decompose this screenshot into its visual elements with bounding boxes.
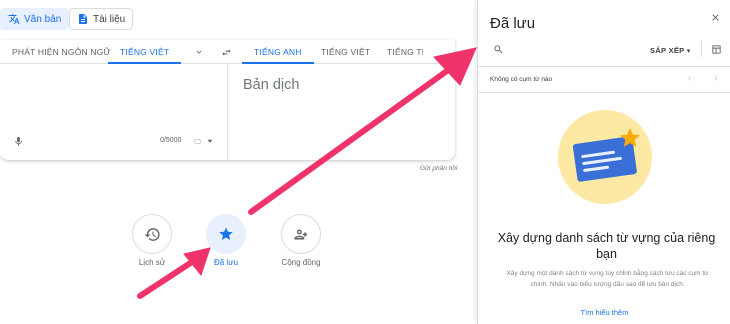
language-bar: PHÁT HIỆN NGÔN NGỮ TIẾNG VIỆT TIẾNG ANH … <box>0 40 455 64</box>
history-button[interactable] <box>132 214 172 254</box>
search-icon <box>493 44 502 53</box>
empty-state-description: Xây dựng một danh sách từ vựng tùy chỉnh… <box>506 270 709 288</box>
keyboard-icon[interactable] <box>193 137 201 145</box>
source-more-button[interactable] <box>192 46 206 58</box>
toolbar-divider-line <box>478 66 730 67</box>
translate-screen: Văn bản Tài liệu PHÁT HIỆN NGÔN NGỮ TIẾN… <box>0 0 730 324</box>
saved-label: Đã lưu <box>213 258 239 267</box>
document-icon <box>79 14 87 24</box>
learn-more-link[interactable]: Tìm hiểu thêm <box>538 308 671 317</box>
search-saved-button[interactable] <box>492 43 504 55</box>
input-tools-dropdown[interactable] <box>206 137 214 145</box>
prev-page-button[interactable]: ‹ <box>688 73 691 84</box>
target-lang-third-tab[interactable]: TIẾNG TRU <box>387 40 423 64</box>
caret-down-icon <box>207 139 213 143</box>
next-page-button[interactable]: › <box>714 73 717 84</box>
translate-icon <box>8 14 20 24</box>
saved-panel: Đã lưu SẮP XẾP ▾ Không có cụm từ nào ‹ › <box>477 0 730 324</box>
saved-button[interactable] <box>206 214 246 254</box>
list-divider-line <box>478 92 730 93</box>
translation-card: PHÁT HIỆN NGÔN NGỮ TIẾNG VIỆT TIẾNG ANH … <box>0 40 455 160</box>
close-panel-button[interactable] <box>710 10 721 26</box>
close-icon <box>712 14 719 21</box>
text-mode-button[interactable]: Văn bản <box>0 8 70 30</box>
char-counter: 0/5000 <box>160 137 182 144</box>
target-lang-vietnamese-tab[interactable]: TIẾNG VIỆT <box>321 40 370 64</box>
text-mode-label: Văn bản <box>24 13 62 25</box>
community-button[interactable] <box>281 214 321 254</box>
history-icon <box>144 227 160 241</box>
document-mode-button[interactable]: Tài liệu <box>69 8 134 30</box>
swap-languages-button[interactable] <box>219 46 233 58</box>
voice-input-button[interactable] <box>12 135 24 147</box>
empty-phrases-text: Không có cụm từ nào <box>490 76 553 83</box>
community-label: Cộng đồng <box>281 258 321 267</box>
detect-language-tab[interactable]: PHÁT HIỆN NGÔN NGỮ <box>12 40 111 64</box>
editor-divider <box>227 64 228 160</box>
sort-button[interactable]: SẮP XẾP ▾ <box>650 46 691 55</box>
history-label: Lịch sử <box>138 258 166 267</box>
target-lang-english-tab[interactable]: TIẾNG ANH <box>242 40 314 64</box>
panel-title: Đã lưu <box>490 15 536 32</box>
vocabulary-illustration <box>558 110 652 204</box>
sort-label: SẮP XẾP <box>650 46 685 55</box>
open-sheet-button[interactable] <box>711 44 722 55</box>
toolbar-divider <box>701 41 702 57</box>
mic-icon <box>14 136 22 146</box>
empty-state-heading: Xây dựng danh sách từ vựng của riêng bạn <box>497 231 716 261</box>
grid-icon <box>712 45 721 54</box>
chevron-left-icon: ‹ <box>688 73 692 84</box>
swap-icon <box>221 48 231 56</box>
star-icon <box>219 227 233 240</box>
document-mode-label: Tài liệu <box>93 13 126 25</box>
chevron-right-icon: › <box>714 73 718 84</box>
translation-output: Bản dịch <box>243 77 300 93</box>
people-icon <box>293 229 307 239</box>
feedback-link[interactable]: Gửi phản hồi <box>420 165 457 172</box>
chevron-down-icon: ▾ <box>686 48 691 55</box>
chevron-down-icon <box>196 50 202 54</box>
source-lang-vietnamese-tab[interactable]: TIẾNG VIỆT <box>108 40 182 64</box>
